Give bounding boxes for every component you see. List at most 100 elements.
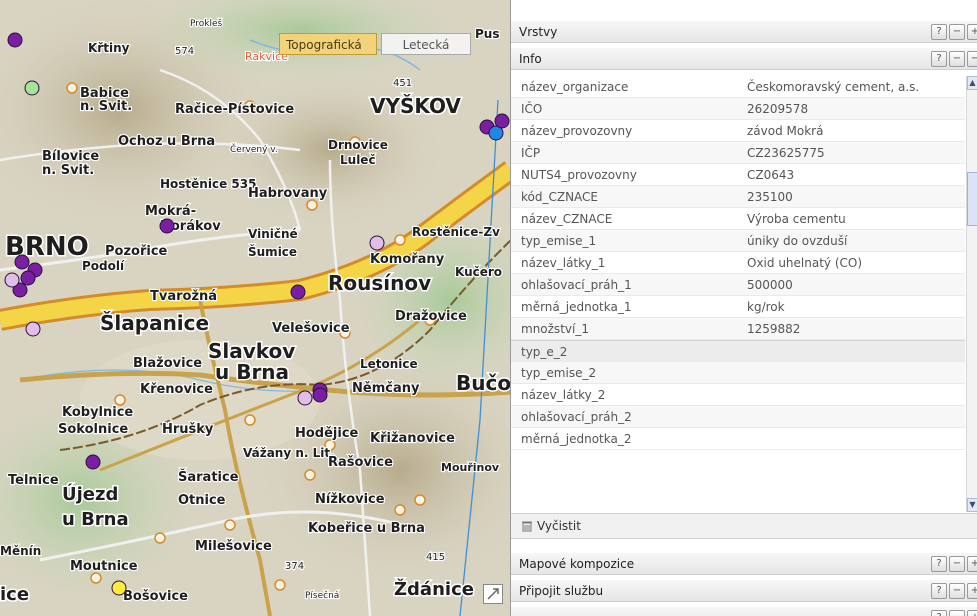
dock-icon[interactable]: − [949, 610, 965, 616]
help-icon[interactable]: ? [931, 610, 947, 616]
map-label: Křenovice [140, 382, 213, 397]
info-row-value: úniky do ovzduší [747, 234, 848, 248]
pollution-marker[interactable] [159, 218, 175, 234]
pollution-marker[interactable] [290, 284, 306, 300]
info-row[interactable]: název_provozovny závod Mokrá [511, 120, 965, 142]
info-row[interactable]: název_látky_1 Oxid uhelnatý (CO) [511, 252, 965, 274]
help-icon[interactable]: ? [931, 24, 947, 40]
info-row[interactable]: IČO 26209578 [511, 98, 965, 120]
map-label: Rašovice [328, 455, 393, 470]
pollution-marker[interactable] [14, 254, 30, 270]
town-symbol [154, 532, 166, 544]
info-row-key: IČO [521, 102, 543, 116]
pollution-marker[interactable] [369, 235, 385, 251]
info-row-value: 1259882 [747, 322, 801, 336]
map-compositions-title: Mapové kompozice [519, 557, 635, 571]
map-label: Pozořice [105, 244, 168, 259]
pollution-marker[interactable] [85, 454, 101, 470]
info-row[interactable]: NUTS4_provozovny CZ0643 [511, 164, 965, 186]
info-row[interactable]: měrná_jednotka_2 [511, 428, 965, 450]
scroll-down-icon[interactable]: ▼ [967, 498, 977, 512]
pollution-marker[interactable] [20, 270, 36, 286]
next-panel-header[interactable]: ?−+ [511, 606, 977, 616]
map-label: Komořany [370, 252, 445, 267]
town-symbol [90, 572, 102, 584]
info-row-value: Oxid uhelnatý (CO) [747, 256, 863, 270]
clear-button[interactable]: Vyčistit [537, 519, 581, 533]
map-label: ice [0, 584, 29, 605]
info-row[interactable]: název_CZNACE Výroba cementu [511, 208, 965, 230]
expand-icon[interactable]: + [967, 556, 977, 572]
map-label: Hrušky [162, 422, 214, 437]
info-row[interactable]: kód_CZNACE 235100 [511, 186, 965, 208]
scroll-up-icon[interactable]: ▲ [967, 76, 977, 90]
pollution-marker[interactable] [24, 80, 40, 96]
info-row[interactable]: název_látky_2 [511, 384, 965, 406]
map-label: Bílovice [42, 149, 99, 164]
map-view[interactable]: Křtiny 574 Babice n. Svit. Račice-Pístovice V… [0, 0, 511, 616]
pollution-marker[interactable] [7, 32, 23, 48]
info-row-value: 500000 [747, 278, 793, 292]
pollution-marker[interactable] [25, 321, 41, 337]
map-resize-handle[interactable] [483, 584, 503, 604]
map-label: n. Svit. [80, 99, 132, 114]
map-label: Račice-Pístovice [175, 102, 294, 117]
info-row-key: kód_CZNACE [521, 190, 599, 204]
map-label: Křižanovice [370, 431, 455, 446]
help-icon[interactable]: ? [931, 583, 947, 599]
map-label: Milešovice [195, 539, 272, 554]
expand-icon[interactable]: + [967, 610, 977, 616]
map-label: Habrovany [248, 186, 328, 201]
info-scrollbar[interactable]: ▲ ▼ [966, 76, 977, 512]
pollution-marker[interactable] [297, 390, 313, 406]
collapse-icon[interactable]: − [967, 51, 977, 67]
map-label: 574 [175, 46, 194, 57]
expand-icon[interactable]: + [967, 24, 977, 40]
map-label: Ochoz u Brna [118, 134, 215, 149]
info-row[interactable]: název_organizace Českomoravský cement, a.… [511, 76, 965, 98]
info-row[interactable]: typ_emise_2 [511, 362, 965, 384]
pollution-marker[interactable] [111, 580, 127, 596]
info-row[interactable]: typ_emise_1 úniky do ovzduší [511, 230, 965, 252]
info-row-key: typ_e_2 [521, 345, 568, 359]
scroll-thumb[interactable] [967, 172, 977, 226]
info-header[interactable]: Info ? − − [511, 47, 977, 70]
dock-icon[interactable]: − [949, 583, 965, 599]
dock-icon[interactable]: − [949, 51, 965, 67]
pollution-marker[interactable] [494, 113, 510, 129]
connect-service-title: Připojit službu [519, 584, 604, 598]
town-symbol [274, 579, 286, 591]
layers-header[interactable]: Vrstvy ? − + [511, 20, 977, 43]
expand-icon[interactable]: + [967, 583, 977, 599]
dock-icon[interactable]: − [949, 24, 965, 40]
pollution-marker[interactable] [312, 387, 328, 403]
map-label: Němčany [352, 381, 420, 396]
map-canvas[interactable]: Křtiny 574Babicen. Svit. Račice-Pístovice V… [0, 0, 511, 616]
dock-icon[interactable]: − [949, 556, 965, 572]
help-icon[interactable]: ? [931, 556, 947, 572]
side-panel: Vrstvy ? − + Info ? − − název_organizace Česk… [511, 0, 977, 616]
connect-service-header[interactable]: Připojit službu ? − + [511, 579, 977, 602]
map-type-aerial-button[interactable]: Letecká [381, 33, 471, 55]
map-label: Nížkovice [315, 492, 385, 507]
info-row-value: kg/rok [747, 300, 785, 314]
map-label: Velešovice [272, 321, 350, 336]
info-row[interactable]: měrná_jednotka_1 kg/rok [511, 296, 965, 318]
help-icon[interactable]: ? [931, 51, 947, 67]
pollution-marker[interactable] [4, 272, 20, 288]
map-compositions-header[interactable]: Mapové kompozice ? − + [511, 552, 977, 575]
info-row-value: CZ0643 [747, 168, 795, 182]
map-label: Sokolnice [58, 422, 128, 437]
info-row-key: název_CZNACE [521, 212, 613, 226]
info-row[interactable]: ohlašovací_práh_1 500000 [511, 274, 965, 296]
map-type-topographic-button[interactable]: Topografická [279, 33, 377, 55]
compositions-tools: ? − + [929, 556, 977, 572]
map-label: Měnín [0, 544, 41, 558]
info-row-key: množství_1 [521, 322, 589, 336]
info-row[interactable]: množství_1 1259882 [511, 318, 965, 340]
info-row[interactable]: ohlašovací_práh_2 [511, 406, 965, 428]
clear-bar[interactable]: Vyčistit [511, 513, 977, 539]
info-row[interactable]: IČP CZ23625775 [511, 142, 965, 164]
map-label: Bošovice [123, 589, 188, 604]
info-row[interactable]: typ_e_2 [511, 340, 965, 362]
